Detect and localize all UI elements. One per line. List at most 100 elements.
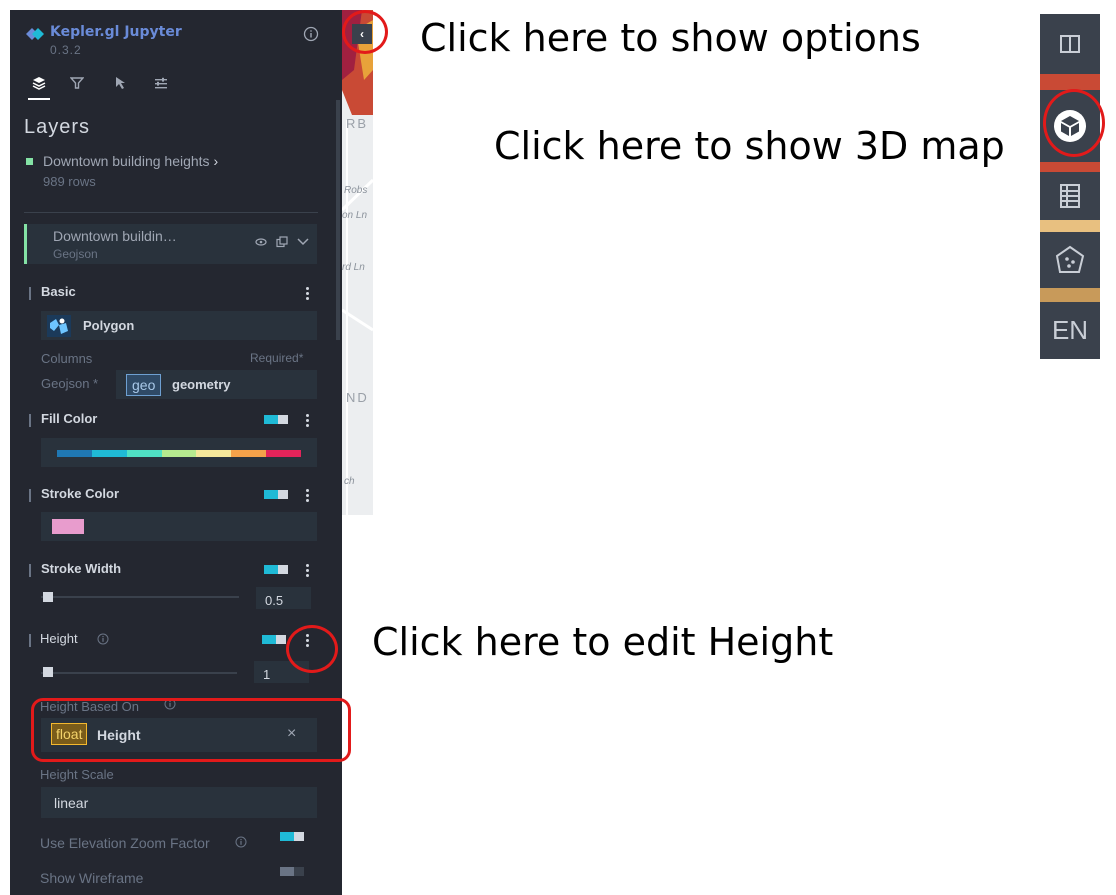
highlight-ring bbox=[1043, 89, 1105, 157]
geojson-field-label: Geojson * bbox=[41, 376, 99, 391]
stroke-width-label: Stroke Width bbox=[41, 561, 122, 576]
layer-card[interactable]: Downtown buildin… Geojson bbox=[24, 224, 317, 264]
stroke-color-select[interactable] bbox=[41, 512, 317, 541]
kepler-logo-icon bbox=[26, 28, 44, 40]
map-label: RB bbox=[346, 116, 369, 131]
app-title: Kepler.gl Jupyter bbox=[50, 24, 182, 40]
wireframe-toggle[interactable] bbox=[280, 867, 304, 876]
stroke-color-label: Stroke Color bbox=[41, 486, 120, 501]
map-strip bbox=[1040, 220, 1100, 232]
height-slider-handle[interactable] bbox=[43, 667, 53, 677]
palette-swatch bbox=[231, 450, 267, 457]
tab-map-settings[interactable] bbox=[148, 70, 174, 96]
app-version: 0.3.2 bbox=[50, 43, 82, 57]
height-slider-track[interactable] bbox=[41, 672, 237, 674]
fill-color-kebab-icon[interactable] bbox=[306, 414, 309, 427]
language-button[interactable]: EN bbox=[1040, 302, 1100, 359]
color-palette-bar bbox=[57, 450, 302, 457]
stroke-color-kebab-icon[interactable] bbox=[306, 489, 309, 502]
height-scale-select[interactable]: linear bbox=[41, 787, 317, 818]
fill-color-toggle[interactable] bbox=[264, 415, 288, 424]
palette-swatch bbox=[161, 450, 197, 457]
sliders-icon bbox=[155, 77, 167, 89]
height-scale-label: Height Scale bbox=[40, 767, 114, 782]
section-marker bbox=[29, 287, 31, 300]
section-marker bbox=[29, 489, 31, 502]
elevation-zoom-toggle[interactable] bbox=[280, 832, 304, 841]
annotation-show-3d: Click here to show 3D map bbox=[494, 124, 1005, 168]
section-marker bbox=[29, 634, 31, 647]
data-table-button[interactable] bbox=[1040, 172, 1100, 220]
fill-color-label: Fill Color bbox=[41, 411, 98, 426]
stroke-width-slider-handle[interactable] bbox=[43, 592, 53, 602]
eye-icon[interactable] bbox=[255, 237, 267, 247]
stroke-width-kebab-icon[interactable] bbox=[306, 564, 309, 577]
stroke-width-input[interactable]: 0.5 bbox=[256, 587, 311, 609]
wireframe-label: Show Wireframe bbox=[40, 870, 144, 886]
stroke-color-swatch bbox=[52, 519, 84, 534]
highlight-box bbox=[31, 698, 351, 762]
chevron-down-icon[interactable] bbox=[297, 238, 309, 246]
layer-name: Downtown buildin… bbox=[53, 228, 177, 244]
cursor-icon bbox=[116, 77, 125, 89]
divider bbox=[24, 212, 318, 213]
dataset-color-dot bbox=[26, 158, 33, 165]
panel-tabs bbox=[24, 70, 224, 104]
info-icon[interactable] bbox=[235, 836, 247, 848]
dataset-row-count: 989 rows bbox=[43, 174, 96, 189]
map-canvas[interactable]: RB Robs on Ln rd Ln ND ch bbox=[342, 10, 373, 515]
palette-swatch bbox=[196, 450, 232, 457]
height-scale-value: linear bbox=[54, 795, 89, 811]
map-strip bbox=[1040, 162, 1100, 172]
tab-interactions[interactable] bbox=[108, 70, 134, 96]
map-label: ch bbox=[344, 476, 355, 487]
geo-type-tag: geo bbox=[126, 374, 162, 396]
filter-icon bbox=[70, 77, 84, 89]
highlight-ring bbox=[342, 10, 388, 54]
section-marker bbox=[29, 414, 31, 427]
layer-type: Geojson bbox=[53, 247, 98, 261]
highlight-ring bbox=[286, 625, 338, 673]
map-label: ND bbox=[346, 390, 369, 405]
palette-swatch bbox=[57, 450, 92, 457]
stroke-width-slider-track[interactable] bbox=[41, 596, 239, 598]
required-label: Required* bbox=[250, 351, 304, 365]
palette-swatch bbox=[91, 450, 127, 457]
geojson-column-select[interactable]: geo geometry bbox=[116, 370, 317, 399]
basic-options-kebab-icon[interactable] bbox=[306, 287, 309, 300]
stroke-width-toggle[interactable] bbox=[264, 565, 288, 574]
draw-polygon-button[interactable] bbox=[1040, 232, 1100, 288]
tab-layers[interactable] bbox=[26, 70, 52, 96]
height-label: Height bbox=[40, 631, 78, 646]
elevation-zoom-label: Use Elevation Zoom Factor bbox=[40, 835, 210, 851]
tab-filters[interactable] bbox=[64, 70, 90, 96]
dataset-name[interactable]: Downtown building heights › bbox=[43, 153, 218, 169]
columns-label: Columns bbox=[41, 351, 93, 366]
layer-card-actions bbox=[255, 236, 309, 248]
info-icon[interactable] bbox=[303, 26, 319, 42]
stroke-color-toggle[interactable] bbox=[264, 490, 288, 499]
map-strip bbox=[1040, 288, 1100, 302]
layer-legend-button[interactable] bbox=[1040, 14, 1100, 74]
map-label: on Ln bbox=[342, 210, 368, 221]
polygon-icon bbox=[47, 315, 71, 337]
panel-title: Layers bbox=[24, 116, 91, 138]
section-marker bbox=[29, 564, 31, 577]
height-toggle[interactable] bbox=[262, 635, 286, 644]
draw-polygon-icon bbox=[1055, 245, 1085, 273]
layers-icon bbox=[32, 77, 46, 90]
annotation-show-options: Click here to show options bbox=[420, 16, 921, 60]
layer-type-value: Polygon bbox=[83, 318, 135, 333]
active-tab-indicator bbox=[28, 98, 50, 100]
info-icon[interactable] bbox=[97, 633, 109, 645]
map-label: rd Ln bbox=[342, 262, 365, 273]
layer-type-select[interactable]: Polygon bbox=[41, 311, 317, 340]
side-panel: Kepler.gl Jupyter 0.3.2 Layers Downtown … bbox=[10, 10, 342, 895]
section-basic-label: Basic bbox=[41, 284, 76, 299]
palette-swatch bbox=[126, 450, 162, 457]
palette-swatch bbox=[266, 450, 302, 457]
panel-scrollbar[interactable] bbox=[336, 100, 340, 340]
fill-color-range-select[interactable] bbox=[41, 438, 317, 467]
duplicate-icon[interactable] bbox=[276, 236, 288, 248]
language-label: EN bbox=[1051, 315, 1089, 345]
